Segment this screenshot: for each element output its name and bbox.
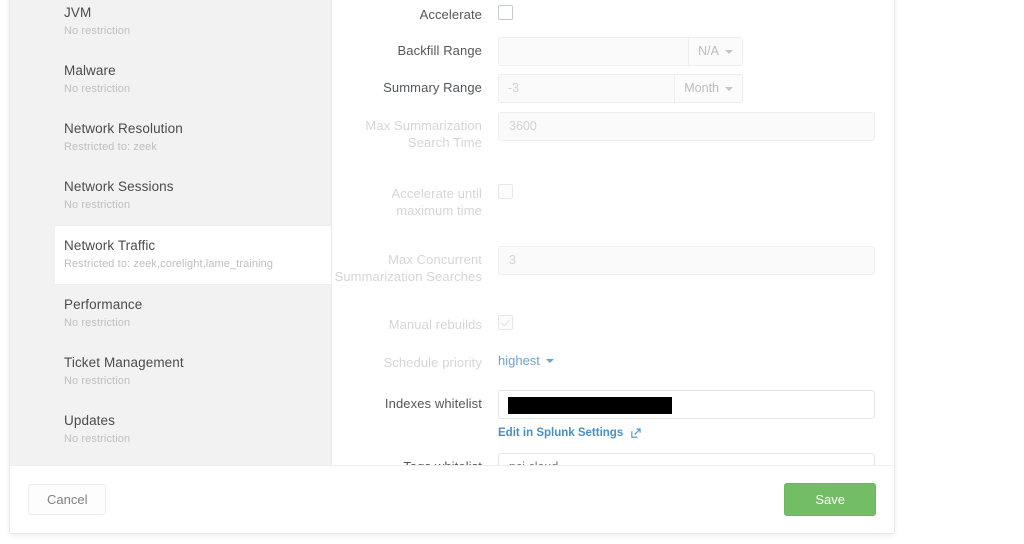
- field-label: Tags whitelist: [332, 453, 498, 465]
- field-control: 3600: [498, 112, 894, 141]
- sidebar-nav-list: Restricted to: suricata JVM No restricti…: [10, 0, 331, 465]
- summary-range-group: -3 Month: [498, 74, 743, 103]
- field-control: highest: [498, 349, 894, 370]
- indexes-whitelist-input[interactable]: [498, 390, 875, 419]
- max-summarization-search-time-input[interactable]: 3600: [498, 112, 875, 141]
- sidebar-item-network-resolution[interactable]: Network Resolution Restricted to: zeek: [10, 109, 331, 167]
- backfill-range-unit-dropdown[interactable]: N/A: [688, 37, 743, 66]
- field-control: [498, 311, 894, 335]
- field-control: 3: [498, 246, 894, 275]
- field-control: [498, 1, 894, 25]
- sidebar-item-malware[interactable]: Malware No restriction: [10, 51, 331, 109]
- field-label: Max Summarization Search Time: [365, 118, 482, 150]
- field-control: -3 Month: [498, 74, 894, 103]
- acceleration-form-panel: Accelerate Backfill Range N/A Summary Ra…: [332, 0, 894, 465]
- sidebar-item-title: Malware: [64, 63, 116, 78]
- sidebar-item-title: Updates: [64, 413, 115, 428]
- field-control: [498, 390, 894, 419]
- max-concurrent-summarization-searches-input[interactable]: 3: [498, 246, 875, 275]
- sidebar-item-title: Network Resolution: [64, 121, 183, 136]
- sidebar-item-restriction: No restriction: [64, 83, 131, 95]
- chevron-down-icon: [725, 86, 733, 91]
- data-model-sidebar[interactable]: Restricted to: suricata JVM No restricti…: [10, 0, 332, 465]
- redacted-value-overlay: [508, 397, 672, 414]
- indexes-whitelist-edit-link-row: Edit in Splunk Settings: [332, 423, 894, 449]
- summary-range-input[interactable]: -3: [498, 74, 675, 103]
- field-label: Schedule priority: [383, 355, 482, 370]
- chevron-down-icon: [725, 49, 733, 54]
- sidebar-item-title: Network Sessions: [64, 179, 174, 194]
- sidebar-item-updates[interactable]: Updates No restriction: [10, 401, 331, 459]
- sidebar-item-restriction: No restriction: [64, 317, 131, 329]
- sidebar-item-title: Performance: [64, 297, 143, 312]
- field-control: N/A: [498, 37, 894, 66]
- field-manual-rebuilds: Manual rebuilds: [332, 311, 894, 335]
- field-accelerate: Accelerate: [332, 1, 894, 25]
- manual-rebuilds-checkbox[interactable]: [498, 315, 513, 330]
- field-label: Indexes whitelist: [384, 396, 482, 411]
- sidebar-item-restriction: No restriction: [64, 375, 131, 387]
- form-rows: Accelerate Backfill Range N/A Summary Ra…: [332, 1, 894, 465]
- field-label: Backfill Range: [397, 43, 482, 58]
- summary-range-unit-value: Month: [684, 81, 719, 95]
- cancel-button[interactable]: Cancel: [28, 484, 107, 515]
- field-label: Manual rebuilds: [388, 317, 482, 332]
- field-label: Accelerate until maximum time: [391, 186, 482, 218]
- field-label: Accelerate: [419, 7, 482, 22]
- field-label: Summary Range: [383, 80, 482, 95]
- external-link-icon: [630, 428, 641, 439]
- sidebar-item-restriction: No restriction: [64, 199, 131, 211]
- accelerate-checkbox[interactable]: [498, 5, 513, 20]
- field-label: Max Concurrent Summarization Searches: [334, 252, 482, 284]
- field-summary-range: Summary Range -3 Month: [332, 74, 894, 103]
- sidebar-item-ticket-management[interactable]: Ticket Management No restriction: [10, 343, 331, 401]
- field-control: pci,cloud: [498, 453, 894, 465]
- field-backfill-range: Backfill Range N/A: [332, 37, 894, 66]
- acceleration-settings-modal: Restricted to: suricata JVM No restricti…: [9, 0, 895, 534]
- field-max-summarization-search-time: Max Summarization Search Time 3600: [332, 112, 894, 151]
- tags-whitelist-input[interactable]: pci,cloud: [498, 453, 875, 465]
- backfill-range-input[interactable]: [498, 37, 689, 66]
- edit-in-splunk-settings-label: Edit in Splunk Settings: [498, 427, 624, 439]
- accelerate-until-maximum-time-checkbox[interactable]: [498, 184, 513, 199]
- sidebar-item-network-traffic[interactable]: Network Traffic Restricted to: zeek,core…: [55, 225, 331, 285]
- field-control: Edit in Splunk Settings: [498, 423, 894, 449]
- save-button[interactable]: Save: [784, 483, 876, 516]
- sidebar-item-title: Ticket Management: [64, 355, 184, 370]
- sidebar-item-network-sessions[interactable]: Network Sessions No restriction: [10, 167, 331, 225]
- sidebar-item-title: JVM: [64, 5, 92, 20]
- backfill-range-unit-value: N/A: [698, 44, 719, 58]
- field-indexes-whitelist: Indexes whitelist: [332, 390, 894, 419]
- chevron-down-icon: [545, 358, 554, 363]
- app-screen: Restricted to: suricata JVM No restricti…: [0, 0, 1024, 544]
- edit-in-splunk-settings-link[interactable]: Edit in Splunk Settings: [498, 427, 641, 439]
- modal-body: Restricted to: suricata JVM No restricti…: [10, 0, 894, 465]
- sidebar-item-restriction: Restricted to: zeek,corelight,lame_train…: [64, 258, 274, 270]
- schedule-priority-value: highest: [498, 353, 540, 368]
- field-accelerate-until-maximum-time: Accelerate until maximum time: [332, 180, 894, 219]
- modal-footer: Cancel Save: [10, 465, 894, 533]
- sidebar-item-jvm[interactable]: JVM No restriction: [10, 0, 331, 51]
- sidebar-item-restriction: No restriction: [64, 25, 131, 37]
- field-control: [498, 180, 894, 204]
- sidebar-item-performance[interactable]: Performance No restriction: [10, 285, 331, 343]
- field-max-concurrent-summarization-searches: Max Concurrent Summarization Searches 3: [332, 246, 894, 285]
- schedule-priority-dropdown[interactable]: highest: [498, 349, 554, 368]
- backfill-range-group: N/A: [498, 37, 743, 66]
- field-schedule-priority: Schedule priority highest: [332, 349, 894, 371]
- sidebar-item-title: Network Traffic: [64, 238, 156, 253]
- summary-range-unit-dropdown[interactable]: Month: [674, 74, 743, 103]
- field-tags-whitelist: Tags whitelist pci,cloud: [332, 453, 894, 465]
- sidebar-item-restriction: Restricted to: zeek: [64, 141, 157, 153]
- sidebar-item-restriction: No restriction: [64, 433, 131, 445]
